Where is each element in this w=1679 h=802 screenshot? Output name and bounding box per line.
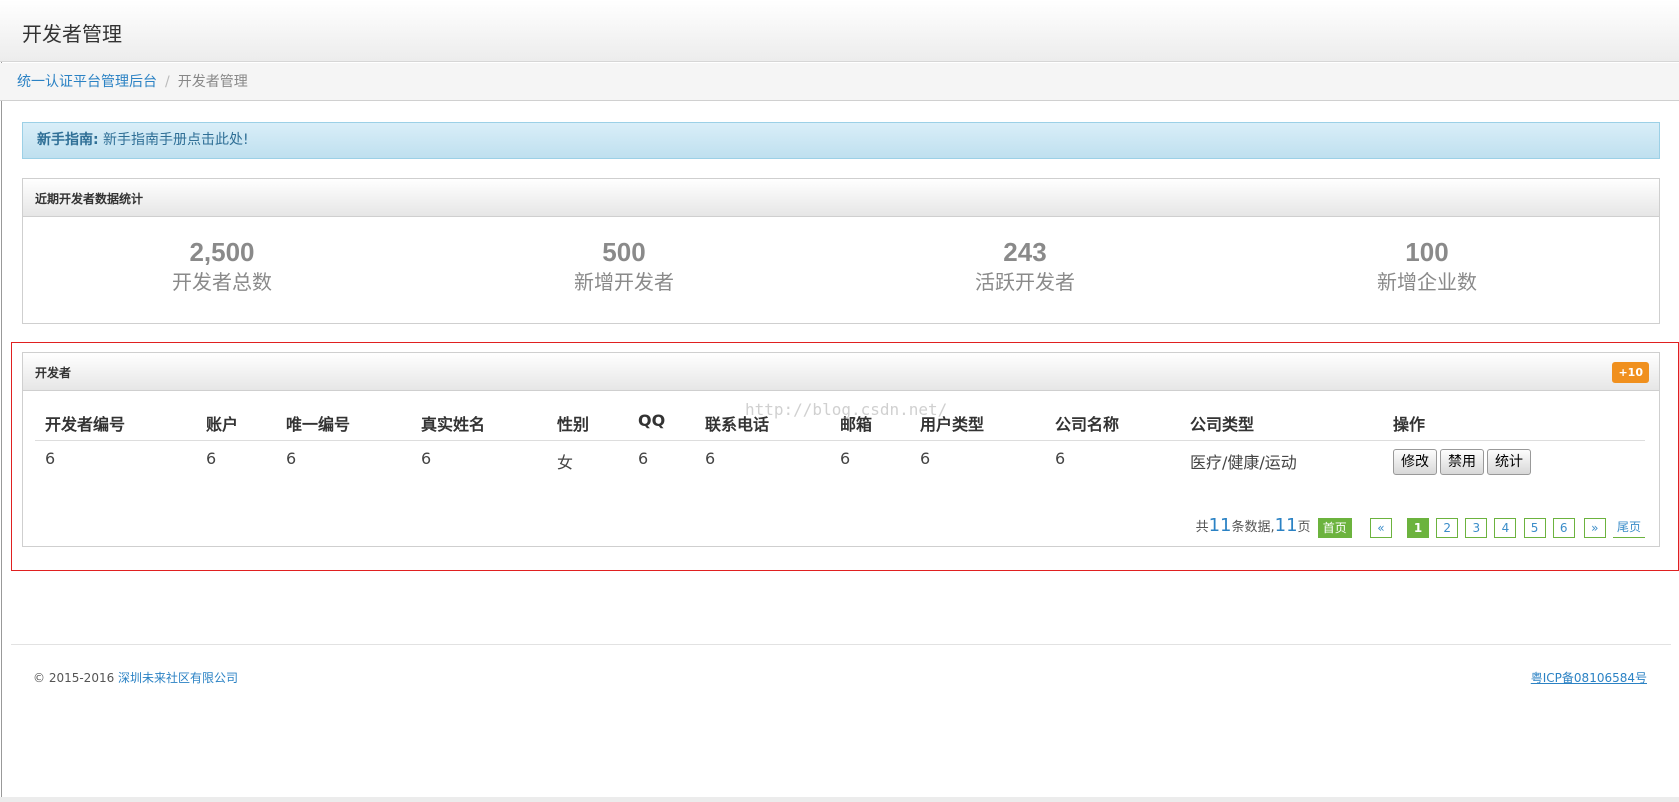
watermark: http://blog.csdn.net/: [745, 400, 948, 419]
last-page-button[interactable]: 尾页: [1612, 518, 1645, 538]
pager-total-count: 11: [1208, 515, 1232, 536]
column-header: 开发者编号: [45, 415, 126, 434]
column-header: 真实姓名: [421, 415, 486, 434]
bottom-strip: [0, 797, 1679, 802]
stats-panel: 近期开发者数据统计 2,500 开发者总数 500 新增开发者 243 活跃开发…: [22, 178, 1660, 324]
developers-panel: 开发者 +10 开发者编号 账户 唯一编号 真实姓名 性别 QQ 联系电话 邮箱…: [22, 352, 1660, 547]
stats-button[interactable]: 统计: [1487, 449, 1531, 475]
pager-middle: 条数据,: [1231, 520, 1275, 535]
prev-page-button[interactable]: «: [1369, 517, 1392, 538]
footer-copyright: © 2015-2016 深圳未来社区有限公司: [33, 669, 238, 686]
breadcrumb-separator: /: [165, 74, 170, 90]
guide-alert-label: 新手指南:: [37, 132, 99, 148]
guide-alert[interactable]: 新手指南: 新手指南手册点击此处!: [22, 122, 1660, 159]
stat-label: 新增开发者: [574, 270, 674, 294]
stat-label: 活跃开发者: [975, 270, 1075, 294]
stat-value: 2,500: [189, 237, 255, 267]
stat-value: 100: [1405, 237, 1449, 267]
cell-gender: 女: [557, 453, 574, 472]
breadcrumb: 统一认证平台管理后台 / 开发者管理: [0, 63, 1679, 101]
copyright-text: © 2015-2016: [33, 671, 119, 685]
column-header: 公司名称: [1055, 415, 1120, 434]
icp-link[interactable]: 粤ICP备08106584号: [1531, 669, 1647, 686]
left-edge-rule: [1, 0, 2, 802]
column-header: 性别: [557, 415, 590, 434]
stat-new-developers: 500 新增开发者: [504, 237, 744, 297]
cell-email: 6: [840, 449, 851, 468]
cell-account: 6: [206, 449, 217, 468]
stat-active-developers: 243 活跃开发者: [905, 237, 1145, 297]
column-header: 账户: [206, 415, 239, 434]
page-button-3[interactable]: 3: [1465, 517, 1488, 538]
breadcrumb-root-link[interactable]: 统一认证平台管理后台: [17, 74, 157, 90]
cell-actions: 修改 禁用 统计: [1393, 449, 1534, 475]
breadcrumb-current: 开发者管理: [177, 74, 248, 90]
column-header: 操作: [1393, 415, 1426, 434]
developers-panel-title: 开发者: [35, 366, 72, 380]
stat-total-developers: 2,500 开发者总数: [102, 237, 342, 297]
pager-total-pages: 11: [1274, 515, 1298, 536]
cell-user-type: 6: [920, 449, 931, 468]
pager-prefix: 共: [1195, 520, 1209, 535]
stat-new-companies: 100 新增企业数: [1307, 237, 1547, 297]
page-button-6[interactable]: 6: [1552, 517, 1575, 538]
guide-alert-link[interactable]: 新手指南手册点击此处!: [99, 132, 249, 148]
stat-label: 开发者总数: [172, 270, 272, 294]
column-header: QQ: [638, 411, 666, 430]
cell-phone: 6: [705, 449, 716, 468]
footer-divider: [11, 644, 1671, 645]
cell-company-name: 6: [1055, 449, 1066, 468]
stats-panel-title: 近期开发者数据统计: [35, 192, 144, 206]
count-badge: +10: [1612, 362, 1649, 383]
company-link[interactable]: 深圳未来社区有限公司: [118, 671, 238, 685]
developers-panel-header: 开发者 +10: [23, 353, 1659, 391]
table-row: 6 6 6 6 女 6 6 6 6 6 医疗/健康/运动 修改 禁用 统计: [35, 441, 1645, 475]
column-header: 唯一编号: [286, 415, 351, 434]
next-page-button[interactable]: »: [1583, 517, 1606, 538]
pager-suffix: 页: [1297, 520, 1311, 535]
edit-button[interactable]: 修改: [1393, 449, 1437, 475]
cell-real-name: 6: [421, 449, 432, 468]
cell-qq: 6: [638, 449, 649, 468]
pagination: 共11条数据,11页 首页 « 1 2 3 4 5 6 » 尾页: [1195, 515, 1645, 538]
page-title: 开发者管理: [22, 22, 122, 46]
disable-button[interactable]: 禁用: [1440, 449, 1484, 475]
stat-label: 新增企业数: [1377, 270, 1477, 294]
cell-unique-id: 6: [286, 449, 297, 468]
page-header: 开发者管理: [0, 0, 1679, 62]
cell-company-type: 医疗/健康/运动: [1190, 453, 1297, 472]
stat-value: 500: [602, 237, 646, 267]
column-header: 公司类型: [1190, 415, 1255, 434]
first-page-button[interactable]: 首页: [1317, 517, 1352, 538]
page-button-1[interactable]: 1: [1407, 517, 1429, 538]
page-button-5[interactable]: 5: [1523, 517, 1546, 538]
page-button-2[interactable]: 2: [1436, 517, 1459, 538]
page-button-4[interactable]: 4: [1494, 517, 1517, 538]
cell-developer-id: 6: [45, 449, 56, 468]
stats-panel-header: 近期开发者数据统计: [23, 179, 1659, 217]
stat-value: 243: [1003, 237, 1047, 267]
